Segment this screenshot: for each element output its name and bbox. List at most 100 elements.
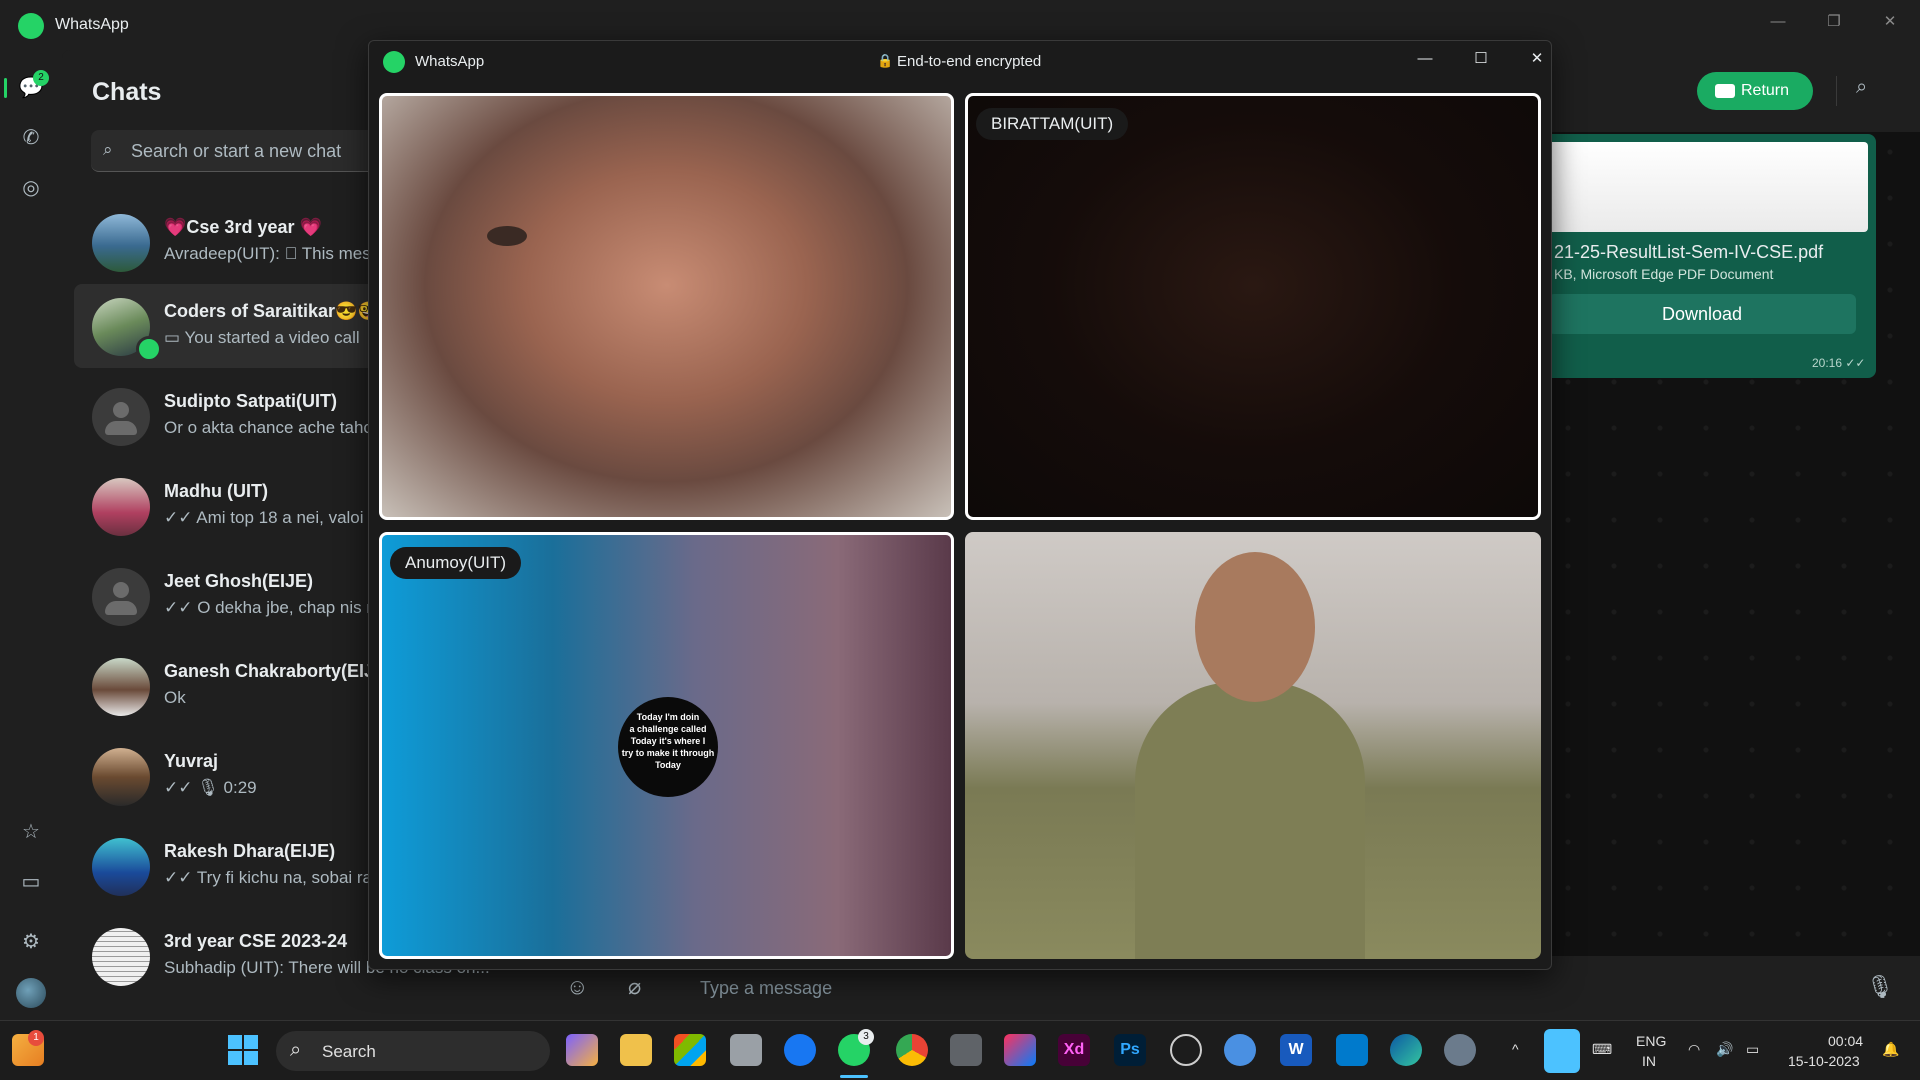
status-icon[interactable]: ◎: [17, 174, 45, 202]
profile-avatar[interactable]: [16, 978, 46, 1008]
story-text: try to make it: [621, 748, 678, 758]
notification-bell-icon[interactable]: 🔔: [1882, 1041, 1899, 1058]
participant-video-tile[interactable]: BIRATTAM(UIT): [965, 93, 1541, 520]
calculator-icon[interactable]: [950, 1034, 982, 1066]
message-input[interactable]: Type a message: [700, 978, 832, 999]
participant-video-tile[interactable]: [379, 93, 954, 520]
pdf-message-bubble: 21-25-ResultList-Sem-IV-CSE.pdf KB, Micr…: [1540, 134, 1876, 378]
default-avatar-icon: [92, 568, 150, 626]
participant-video-tile[interactable]: [965, 532, 1541, 959]
search-icon: ⌕: [290, 1039, 302, 1061]
intellij-icon[interactable]: [1004, 1034, 1036, 1066]
chat-name: 3rd year CSE 2023-24: [164, 931, 348, 951]
call-window-title: WhatsApp: [415, 53, 485, 70]
active-app-indicator: [840, 1075, 868, 1078]
maximize-button[interactable]: ❐: [1816, 8, 1852, 36]
chats-badge: 2: [33, 70, 49, 86]
settings-taskbar-icon[interactable]: [1444, 1034, 1476, 1066]
volume-icon[interactable]: 🔊: [1716, 1041, 1733, 1058]
chat-preview: Ok: [164, 688, 186, 707]
story-text: a challenge called: [629, 724, 707, 734]
pdf-meta: KB, Microsoft Edge PDF Document: [1554, 266, 1774, 282]
search-placeholder: Search or start a new chat: [131, 141, 342, 161]
microphone-icon[interactable]: 🎙: [1866, 974, 1894, 1000]
participant-name: Anumoy(UIT): [390, 547, 522, 579]
clock-date[interactable]: 15-10-2023: [1788, 1053, 1860, 1069]
conversation-search-icon[interactable]: ⌕: [1856, 76, 1867, 99]
start-icon[interactable]: [228, 1035, 258, 1065]
search-icon: ⌕: [103, 140, 113, 159]
vscode-icon[interactable]: [1336, 1034, 1368, 1066]
chat-name: Madhu (UIT): [164, 481, 268, 501]
story-text: Today: [636, 712, 663, 722]
obs-icon[interactable]: [1170, 1034, 1202, 1066]
wifi-icon[interactable]: ◠: [1688, 1041, 1700, 1058]
app-icon[interactable]: [1224, 1034, 1256, 1066]
battery-icon[interactable]: ▭: [1746, 1041, 1759, 1058]
chat-name: 💗Cse 3rd year 💗: [164, 217, 322, 237]
active-indicator: [4, 78, 7, 98]
language-top[interactable]: ENG: [1636, 1033, 1666, 1049]
avatar: [92, 478, 150, 536]
chat-name: Coders of Saraitikar😎🤓: [164, 301, 380, 321]
facebook-icon[interactable]: [784, 1034, 816, 1066]
chrome-icon[interactable]: [896, 1034, 928, 1066]
participant-video-tile[interactable]: Anumoy(UIT) Today I'm doin a challenge c…: [379, 532, 954, 959]
microphone-active-icon[interactable]: [1544, 1029, 1580, 1073]
pdf-thumbnail[interactable]: [1548, 142, 1868, 232]
video-feed: [1135, 682, 1365, 959]
calls-icon[interactable]: ✆: [17, 124, 45, 152]
word-icon[interactable]: W: [1280, 1034, 1312, 1066]
whatsapp-badge: 3: [858, 1029, 874, 1045]
taskbar-search[interactable]: ⌕ Search: [276, 1031, 550, 1071]
starred-icon[interactable]: ☆: [17, 818, 45, 846]
chat-preview: ✓✓ Ami top 18 a nei, valoi: [164, 508, 364, 527]
chat-name: Jeet Ghosh(EIJE): [164, 571, 314, 591]
lock-icon: 🔒: [877, 53, 894, 68]
close-button[interactable]: ✕: [1872, 8, 1908, 36]
return-to-call-button[interactable]: Return: [1697, 72, 1813, 110]
whatsapp-logo-icon: [383, 51, 405, 73]
pdf-filename: 21-25-ResultList-Sem-IV-CSE.pdf: [1554, 242, 1824, 262]
copilot-icon[interactable]: [566, 1034, 598, 1066]
chats-title: Chats: [92, 78, 162, 106]
photoshop-icon[interactable]: Ps: [1114, 1034, 1146, 1066]
call-close-button[interactable]: ✕: [1519, 45, 1555, 73]
settings-icon[interactable]: ⚙: [17, 928, 45, 956]
file-explorer-icon[interactable]: [620, 1034, 652, 1066]
video-call-window: WhatsApp 🔒 End-to-end encrypted — ☐ ✕ BI…: [368, 40, 1552, 970]
return-label: Return: [1741, 82, 1790, 99]
chat-preview: Or o akta chance ache tahole: [164, 418, 387, 437]
avatar: [92, 748, 150, 806]
chat-name: Ganesh Chakraborty(EIJE): [164, 661, 393, 681]
show-hidden-icons-icon[interactable]: ^: [1512, 1041, 1519, 1057]
chat-preview: ✓✓ 🎙 0:29: [164, 778, 257, 797]
story-text: Today: [630, 736, 657, 746]
story-text: it's where I: [659, 736, 706, 746]
edge-icon[interactable]: [1390, 1034, 1422, 1066]
keyboard-icon[interactable]: ⌨: [1592, 1041, 1612, 1058]
story-text: through: [680, 748, 715, 758]
emoji-icon[interactable]: ☺: [566, 974, 588, 1000]
call-minimize-button[interactable]: —: [1407, 45, 1443, 73]
call-maximize-button[interactable]: ☐: [1463, 45, 1499, 73]
video-call-badge-icon: [136, 336, 162, 362]
story-text: I'm doin: [665, 712, 700, 722]
whatsapp-logo-icon: [18, 13, 44, 39]
chat-preview: ✓✓ Try fi kichu na, sobai ra: [164, 868, 373, 887]
download-button[interactable]: Download: [1548, 294, 1856, 334]
participant-name: BIRATTAM(UIT): [976, 108, 1129, 140]
chat-preview: ▭ You started a video call: [164, 328, 360, 347]
taskbar-search-label: Search: [322, 1042, 376, 1061]
archive-icon[interactable]: ▭: [17, 868, 45, 896]
camera-icon[interactable]: [730, 1034, 762, 1066]
chat-name: Sudipto Satpati(UIT): [164, 391, 337, 411]
header-divider: [1836, 76, 1837, 106]
language-bottom[interactable]: IN: [1642, 1053, 1656, 1069]
microsoft-store-icon[interactable]: [674, 1034, 706, 1066]
minimize-button[interactable]: —: [1760, 8, 1796, 36]
clock-time[interactable]: 00:04: [1828, 1033, 1863, 1049]
attach-icon[interactable]: ⌀: [628, 974, 641, 1000]
story-text: Today: [655, 760, 681, 770]
adobe-xd-icon[interactable]: Xd: [1058, 1034, 1090, 1066]
